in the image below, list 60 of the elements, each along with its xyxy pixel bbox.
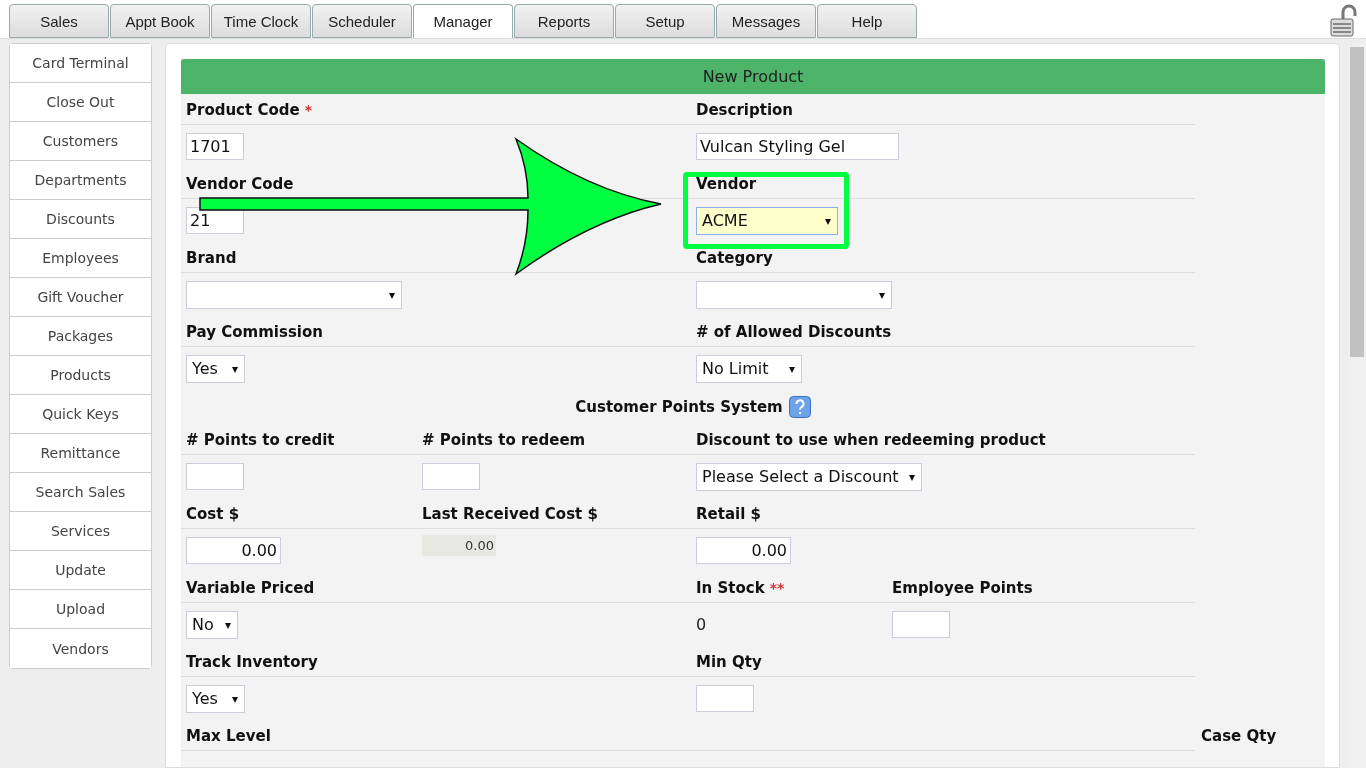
- input-field[interactable]: [696, 685, 754, 712]
- tab[interactable]: Reports: [514, 4, 614, 38]
- tab[interactable]: Appt Book: [110, 4, 210, 38]
- field-label: Case Qty: [1201, 727, 1277, 747]
- caret-icon: [789, 366, 795, 373]
- field-label: Discount to use when redeeming product: [696, 431, 1046, 451]
- readonly-field: 0.00: [422, 535, 496, 556]
- help-icon[interactable]: [788, 396, 811, 418]
- dropdown[interactable]: [696, 280, 892, 309]
- field-label: Description: [696, 101, 794, 121]
- field-label: Brand: [186, 249, 237, 269]
- tab[interactable]: Sales: [9, 4, 109, 38]
- caret-icon: [231, 696, 238, 703]
- tab[interactable]: Help: [817, 4, 917, 38]
- field-label: Vendor Code: [186, 175, 294, 195]
- input-field[interactable]: Vulcan Styling Gel: [696, 133, 899, 160]
- field-label: # Points to credit: [186, 431, 335, 451]
- field-label: Track Inventory: [186, 653, 318, 673]
- value-text: 0: [696, 615, 707, 634]
- field-label: Vendor: [696, 175, 757, 195]
- tab[interactable]: Manager: [413, 4, 513, 38]
- tab[interactable]: Time Clock: [211, 4, 311, 38]
- field-label: In Stock **: [696, 579, 785, 599]
- field-label: Cost $: [186, 505, 240, 525]
- field-label: Pay Commission: [186, 323, 323, 343]
- caret-icon: [825, 218, 831, 225]
- field-label: # of Allowed Discounts: [696, 323, 892, 343]
- section-heading: Customer Points System: [575, 398, 783, 416]
- input-field[interactable]: 0.00: [696, 537, 791, 564]
- dropdown[interactable]: No Limit: [696, 354, 802, 383]
- dropdown[interactable]: No: [186, 610, 238, 639]
- field-label: # Points to redeem: [422, 431, 586, 451]
- field-label: Employee Points: [892, 579, 1033, 599]
- caret-icon: [231, 366, 238, 373]
- caret-icon: [225, 622, 231, 629]
- tab[interactable]: Messages: [716, 4, 816, 38]
- caret-icon: [908, 474, 915, 481]
- field-label: Product Code *: [186, 101, 312, 121]
- dropdown[interactable]: Please Select a Discount: [696, 462, 922, 491]
- sidebar-item[interactable]: Card Terminal: [10, 44, 151, 83]
- tab[interactable]: Scheduler: [312, 4, 412, 38]
- form-title: New Product: [181, 59, 1325, 94]
- input-field[interactable]: 1701: [186, 133, 244, 160]
- dropdown[interactable]: [186, 280, 402, 309]
- caret-icon: [389, 292, 395, 299]
- dropdown[interactable]: Yes: [186, 354, 245, 383]
- field-label: Variable Priced: [186, 579, 315, 599]
- dropdown[interactable]: Yes: [186, 684, 245, 713]
- input-field[interactable]: 0.00: [186, 537, 281, 564]
- field-label: Min Qty: [696, 653, 762, 673]
- input-field[interactable]: [422, 463, 480, 490]
- input-field[interactable]: [186, 463, 244, 490]
- tab[interactable]: Setup: [615, 4, 715, 38]
- input-field[interactable]: [892, 611, 950, 638]
- field-label: Last Received Cost $: [422, 505, 598, 525]
- dropdown[interactable]: ACME: [696, 206, 838, 235]
- field-label: Category: [696, 249, 773, 269]
- caret-icon: [879, 292, 885, 299]
- field-label: Retail $: [696, 505, 761, 525]
- field-label: Max Level: [186, 727, 271, 747]
